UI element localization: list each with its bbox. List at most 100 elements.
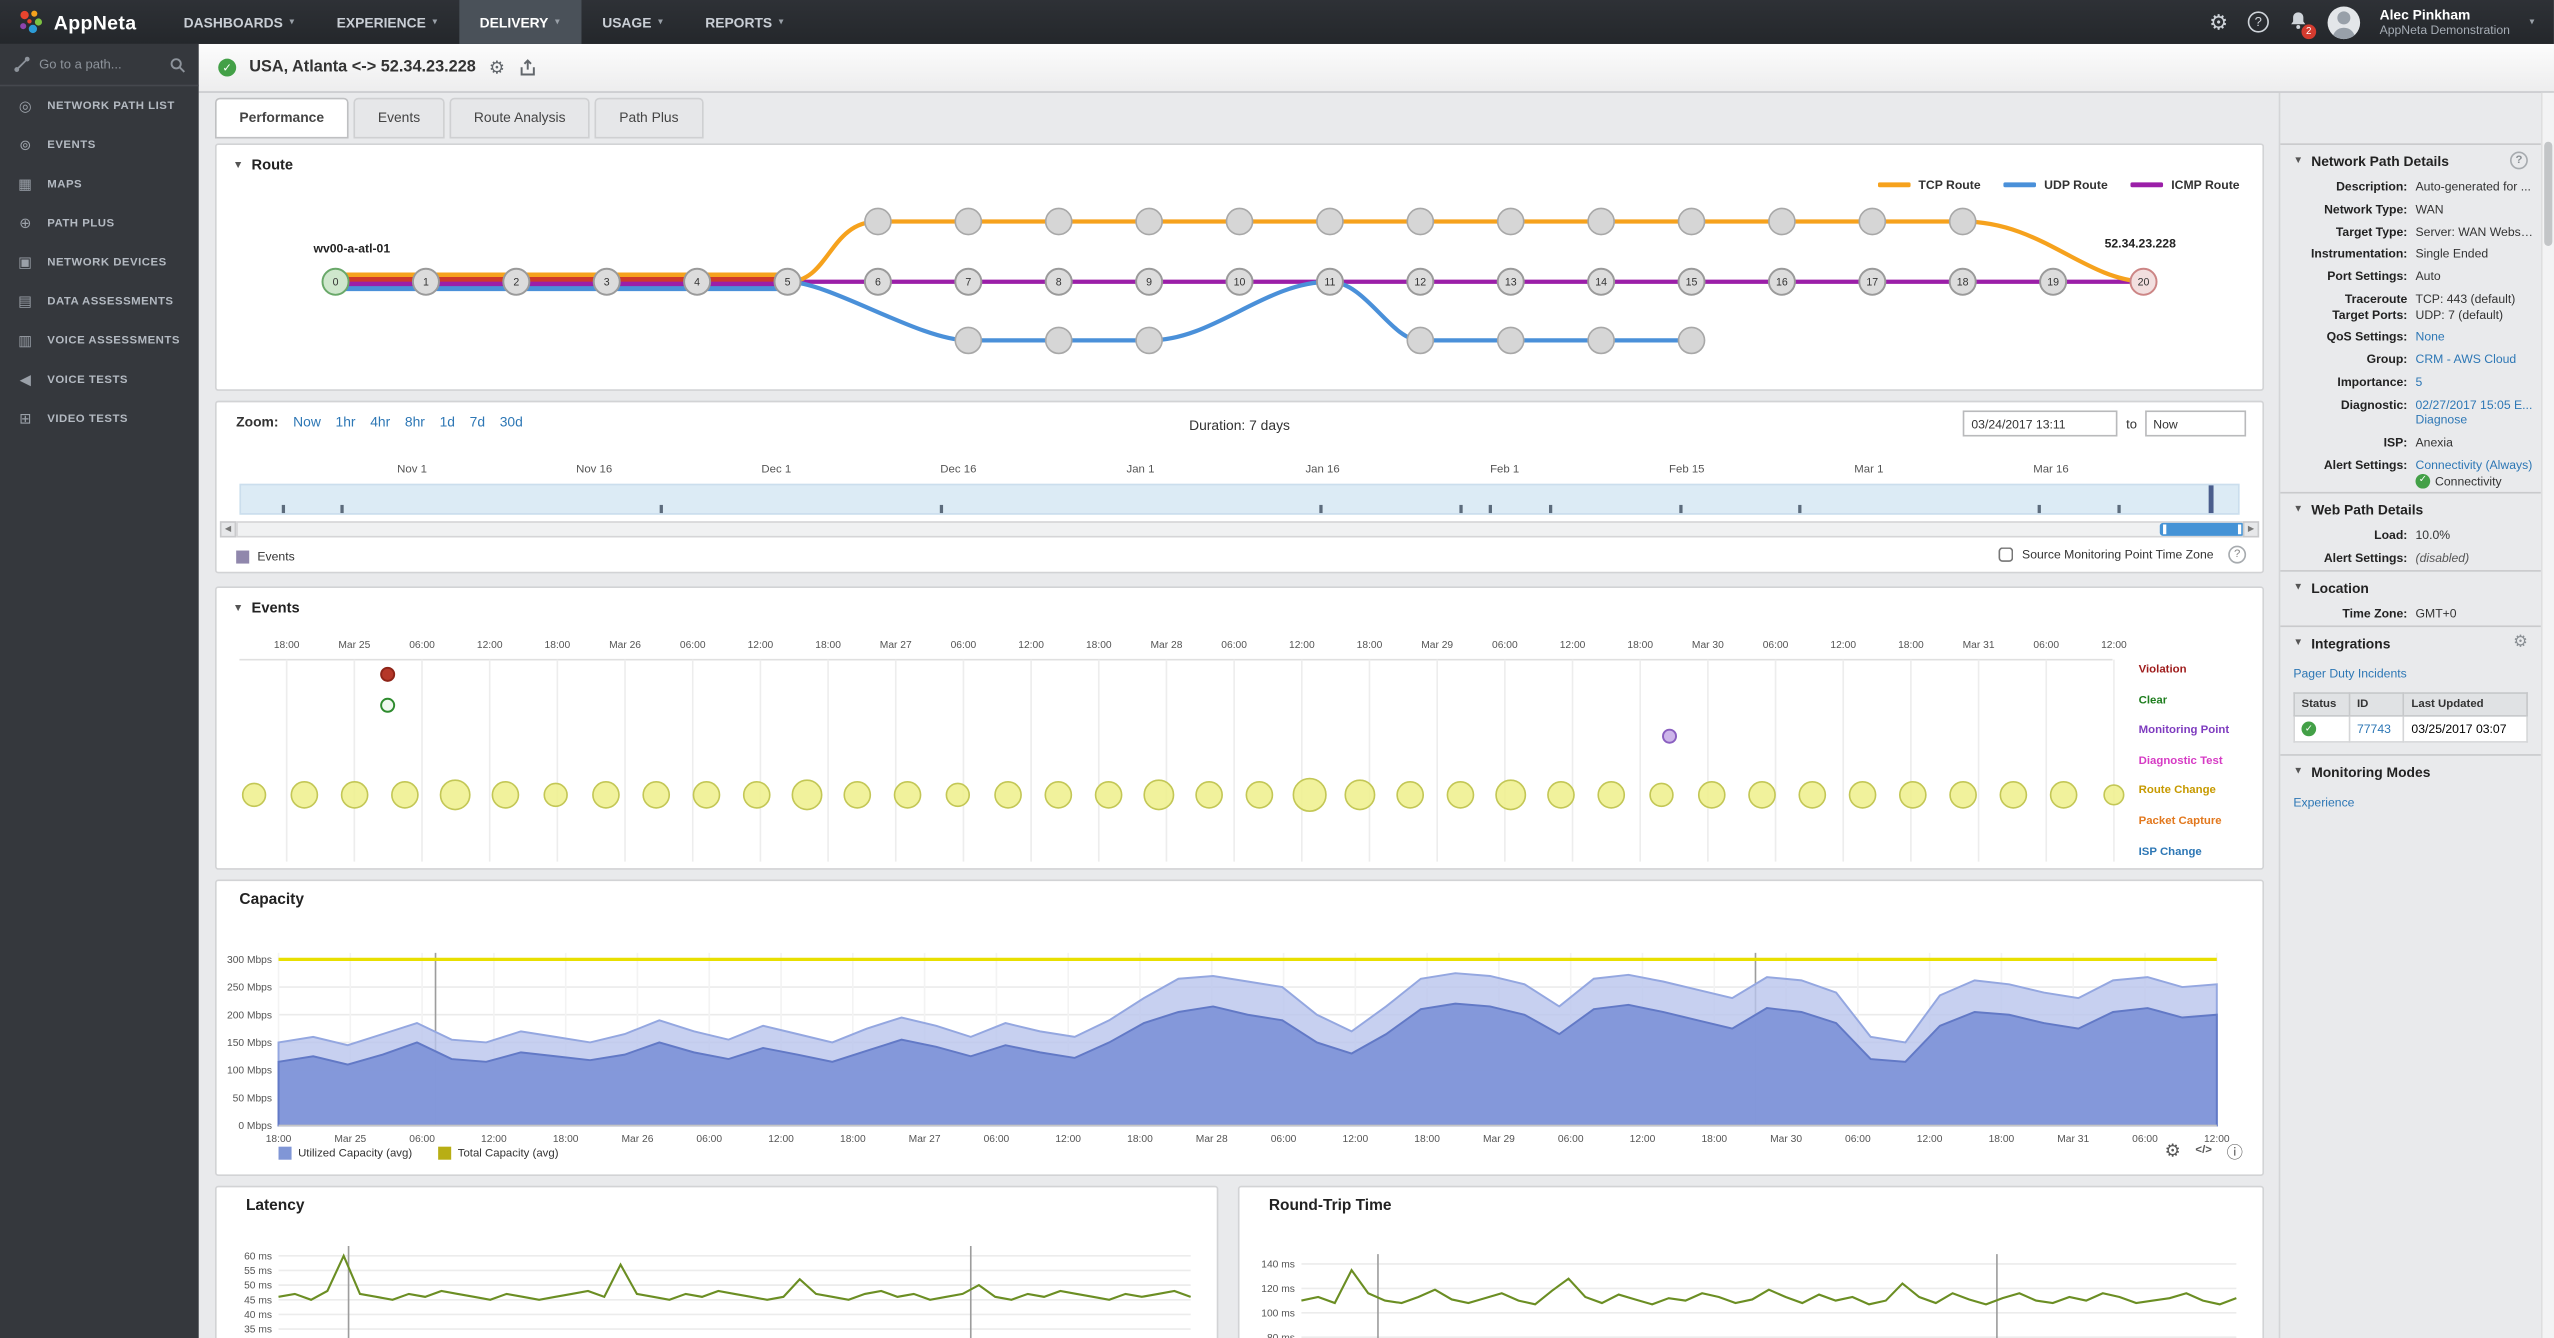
nav-menu-dashboards[interactable]: DASHBOARDS▾ — [162, 0, 315, 44]
detail-link[interactable]: 5 — [2416, 374, 2535, 390]
section-header[interactable]: ▼Web Path Details — [2280, 492, 2541, 525]
events-legend-route-change[interactable]: Route Change — [2139, 786, 2216, 797]
route-hop[interactable] — [1588, 327, 1614, 353]
route-change-event[interactable] — [693, 782, 719, 808]
events-legend-clear[interactable]: Clear — [2139, 695, 2168, 706]
help-icon[interactable]: ? — [2248, 11, 2269, 32]
monitoring-point-event[interactable] — [1663, 730, 1676, 743]
nav-menu-experience[interactable]: EXPERIENCE▾ — [315, 0, 458, 44]
route-change-event[interactable] — [492, 782, 518, 808]
route-hop[interactable] — [1498, 208, 1524, 234]
panel-link-experience[interactable]: Experience — [2280, 787, 2541, 813]
zoom-option-8hr[interactable]: 8hr — [405, 414, 425, 430]
route-change-event[interactable] — [342, 782, 368, 808]
info-icon[interactable]: ⓘ — [2227, 1139, 2243, 1163]
detail-link[interactable]: 02/27/2017 15:05 E... — [2416, 397, 2535, 413]
route-change-event[interactable] — [643, 782, 669, 808]
nav-menu-delivery[interactable]: DELIVERY▾ — [459, 0, 582, 44]
route-hop[interactable] — [1678, 208, 1704, 234]
share-icon[interactable] — [518, 58, 538, 78]
route-change-event[interactable] — [792, 780, 821, 809]
route-change-event[interactable] — [1799, 782, 1825, 808]
route-hop[interactable] — [1678, 327, 1704, 353]
chevron-down-icon[interactable]: ▾ — [2530, 16, 2535, 27]
zoom-option-1d[interactable]: 1d — [440, 414, 455, 430]
route-change-event[interactable] — [844, 782, 870, 808]
sidebar-item-voice-tests[interactable]: ◀VOICE TESTS — [0, 360, 199, 399]
events-legend-isp-change[interactable]: ISP Change — [2139, 846, 2202, 857]
sidebar-item-maps[interactable]: ▦MAPS — [0, 165, 199, 204]
route-hop[interactable] — [955, 327, 981, 353]
route-panel-header[interactable]: ▼ Route — [233, 156, 293, 172]
section-header[interactable]: ▼Monitoring Modes — [2280, 754, 2541, 787]
route-change-event[interactable] — [1749, 782, 1775, 808]
gear-icon[interactable]: ⚙ — [2513, 633, 2528, 651]
sidebar-item-network-path-list[interactable]: ◎NETWORK PATH LIST — [0, 86, 199, 125]
route-change-event[interactable] — [744, 782, 770, 808]
sidebar-item-voice-assessments[interactable]: ▥VOICE ASSESSMENTS — [0, 321, 199, 360]
route-change-event[interactable] — [1096, 782, 1122, 808]
route-change-event[interactable] — [1850, 782, 1876, 808]
route-change-event[interactable] — [243, 783, 266, 806]
table-link-cell[interactable]: 77743 — [2350, 715, 2404, 742]
timeline-band[interactable] — [239, 484, 2239, 515]
route-change-event[interactable] — [1598, 782, 1624, 808]
to-date-input[interactable] — [2145, 410, 2246, 436]
events-legend-packet-capture[interactable]: Packet Capture — [2139, 816, 2222, 827]
route-change-event[interactable] — [1144, 780, 1173, 809]
route-hop[interactable] — [1859, 208, 1885, 234]
route-change-event[interactable] — [1496, 780, 1525, 809]
route-hop[interactable] — [1046, 208, 1072, 234]
route-change-event[interactable] — [1196, 782, 1222, 808]
sidebar-item-events[interactable]: ⊚EVENTS — [0, 125, 199, 164]
route-change-event[interactable] — [946, 783, 969, 806]
events-legend-diagnostic-test[interactable]: Diagnostic Test — [2139, 755, 2223, 766]
route-hop[interactable] — [1407, 208, 1433, 234]
route-hop[interactable] — [1046, 327, 1072, 353]
route-hop[interactable] — [1498, 327, 1524, 353]
tab-performance[interactable]: Performance — [215, 98, 349, 139]
tab-route-analysis[interactable]: Route Analysis — [449, 98, 589, 139]
gear-icon[interactable]: ⚙ — [2209, 11, 2228, 32]
route-hop[interactable] — [1769, 208, 1795, 234]
notifications-bell-icon[interactable]: 2 — [2288, 10, 2308, 34]
events-panel-header[interactable]: ▼ Events — [233, 599, 300, 615]
embed-code-icon[interactable]: </> — [2195, 1145, 2211, 1156]
user-menu[interactable]: Alec Pinkham AppNeta Demonstration — [2380, 6, 2510, 37]
route-change-event[interactable] — [1246, 782, 1272, 808]
brand[interactable]: AppNeta — [0, 8, 162, 36]
route-change-event[interactable] — [1447, 782, 1473, 808]
route-change-event[interactable] — [440, 780, 469, 809]
route-change-event[interactable] — [1045, 782, 1071, 808]
zoom-option-4hr[interactable]: 4hr — [370, 414, 390, 430]
events-legend-monitoring-point[interactable]: Monitoring Point — [2139, 725, 2230, 736]
route-change-event[interactable] — [1548, 782, 1574, 808]
zoom-option-7d[interactable]: 7d — [470, 414, 485, 430]
route-hop[interactable] — [1588, 208, 1614, 234]
route-change-event[interactable] — [2104, 785, 2124, 805]
tab-path-plus[interactable]: Path Plus — [595, 98, 703, 139]
route-change-event[interactable] — [2051, 782, 2077, 808]
zoom-option-1hr[interactable]: 1hr — [336, 414, 356, 430]
path-settings-gear-icon[interactable]: ⚙ — [489, 57, 505, 78]
route-change-event[interactable] — [544, 783, 567, 806]
sidebar-item-data-assessments[interactable]: ▤DATA ASSESSMENTS — [0, 282, 199, 321]
detail-link[interactable]: Diagnose — [2416, 412, 2535, 428]
timeline-slider-range[interactable] — [2160, 523, 2245, 536]
violation-event[interactable] — [381, 668, 394, 681]
tab-events[interactable]: Events — [353, 98, 444, 139]
zoom-option-30d[interactable]: 30d — [500, 414, 523, 430]
route-hop[interactable] — [865, 208, 891, 234]
detail-link[interactable]: Connectivity (Always) — [2416, 457, 2535, 473]
route-change-event[interactable] — [995, 782, 1021, 808]
slider-left-arrow[interactable]: ◀ — [220, 521, 236, 537]
section-header[interactable]: ▼Location — [2280, 570, 2541, 603]
route-change-event[interactable] — [2000, 782, 2026, 808]
timezone-checkbox[interactable] — [1999, 547, 2014, 562]
sidebar-item-path-plus[interactable]: ⊕PATH PLUS — [0, 204, 199, 243]
timeline-slider-track[interactable] — [236, 521, 2243, 537]
scrollbar[interactable] — [2541, 93, 2554, 1338]
route-hop[interactable] — [1136, 208, 1162, 234]
slider-right-arrow[interactable]: ▶ — [2243, 521, 2259, 537]
section-header[interactable]: ▼Network Path Details? — [2280, 143, 2541, 176]
